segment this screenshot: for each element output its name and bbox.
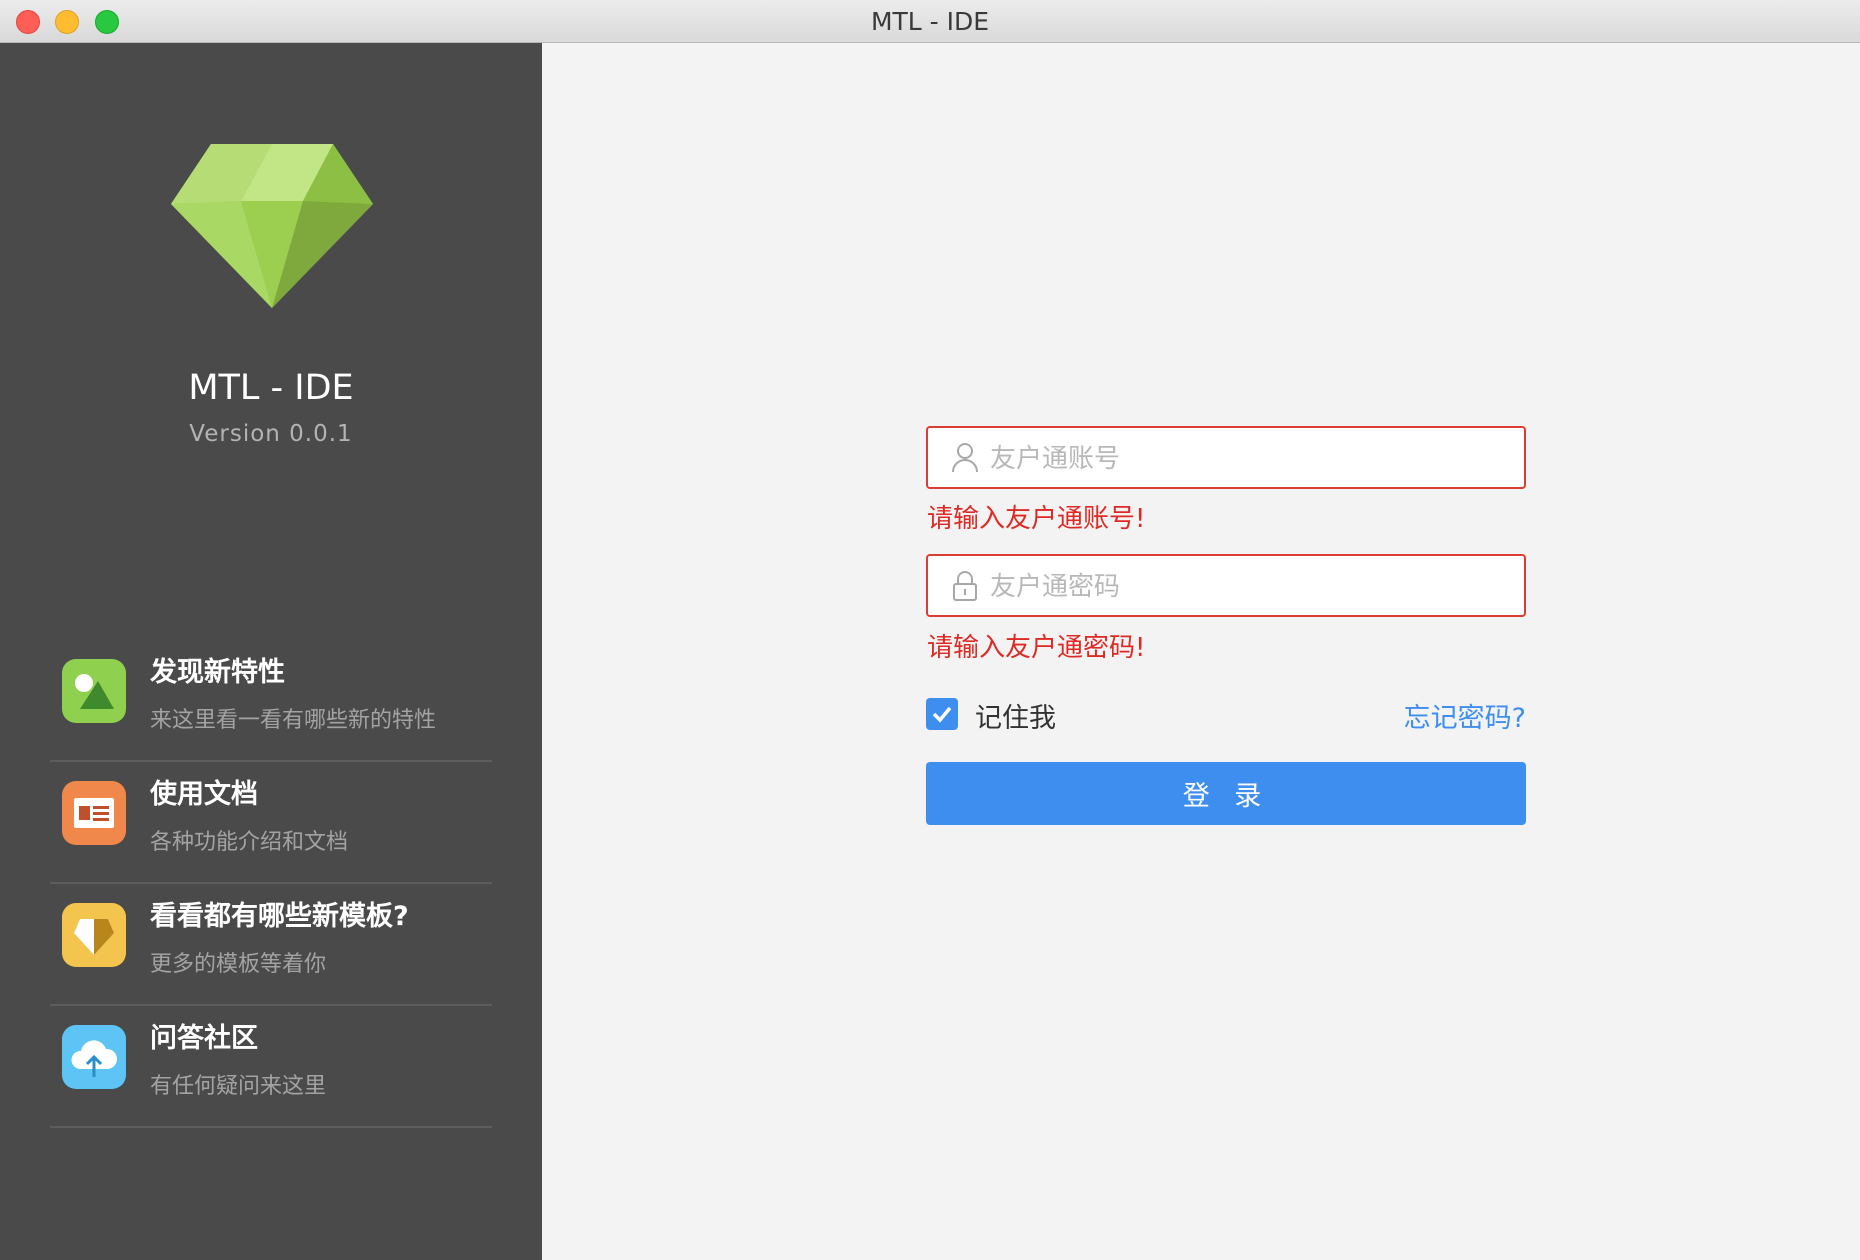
sidebar-item-subtitle: 有任何疑问来这里 (150, 1074, 327, 1099)
main-panel (542, 43, 1860, 1260)
lock-icon (953, 571, 977, 601)
sidebar-item-title: 发现新特性 (150, 657, 285, 688)
diamond-logo-icon (171, 144, 373, 308)
template-icon (62, 903, 126, 967)
account-error-message: 请输入友户通账号! (927, 504, 1146, 534)
app-version: Version 0.0.1 (189, 421, 353, 447)
sidebar-item-subtitle: 来这里看一看有哪些新的特性 (150, 708, 437, 733)
password-field[interactable] (926, 554, 1526, 617)
sidebar-item-title: 使用文档 (150, 779, 258, 810)
password-input[interactable] (988, 556, 1512, 617)
remember-me-label[interactable]: 记住我 (975, 696, 1056, 735)
sidebar-item-documentation[interactable]: 使用文档 各种功能介绍和文档 (50, 762, 492, 884)
app-name: MTL - IDE (188, 368, 354, 408)
password-error-message: 请输入友户通密码! (927, 633, 1146, 663)
picture-icon (62, 659, 126, 723)
window-title: MTL - IDE (870, 7, 990, 36)
sidebar-item-subtitle: 各种功能介绍和文档 (150, 830, 349, 855)
sidebar: MTL - IDE Version 0.0.1 发现新特性 来这里看一看有哪些新… (0, 43, 542, 1260)
login-button[interactable]: 登 录 (926, 762, 1526, 825)
sidebar-item-new-features[interactable]: 发现新特性 来这里看一看有哪些新的特性 (50, 640, 492, 762)
account-input[interactable] (988, 428, 1512, 489)
user-icon (952, 443, 978, 473)
sidebar-item-title: 看看都有哪些新模板? (150, 901, 409, 932)
document-icon (62, 781, 126, 845)
sidebar-item-qa-community[interactable]: 问答社区 有任何疑问来这里 (50, 1006, 492, 1128)
cloud-upload-icon (62, 1025, 126, 1089)
sidebar-item-templates[interactable]: 看看都有哪些新模板? 更多的模板等着你 (50, 884, 492, 1006)
checkmark-icon (932, 706, 952, 723)
sidebar-item-subtitle: 更多的模板等着你 (150, 952, 327, 977)
account-field[interactable] (926, 426, 1526, 489)
title-bar: MTL - IDE (0, 0, 1860, 43)
sidebar-item-title: 问答社区 (150, 1023, 258, 1054)
remember-me-checkbox[interactable] (926, 698, 958, 730)
forgot-password-link[interactable]: 忘记密码? (1401, 696, 1526, 735)
